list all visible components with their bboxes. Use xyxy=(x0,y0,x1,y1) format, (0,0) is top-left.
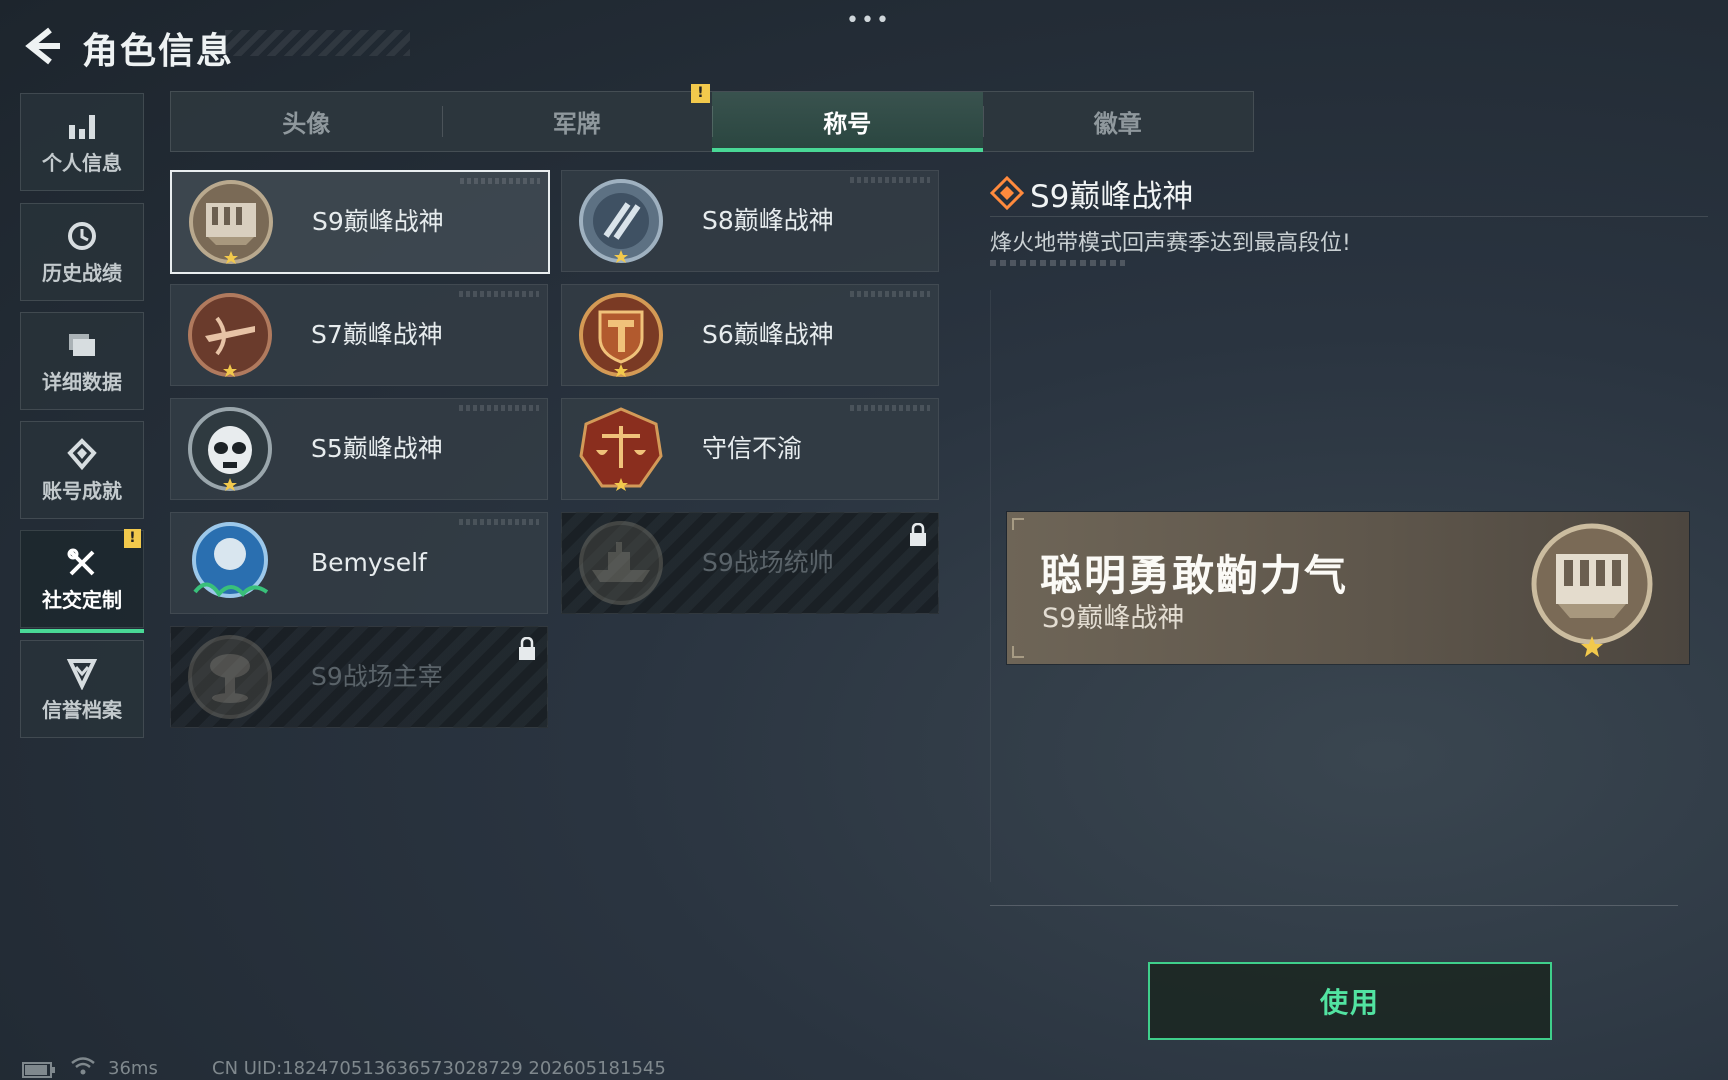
preview-corner xyxy=(1012,518,1024,530)
lock-icon xyxy=(910,523,926,546)
title-card-s8-peak[interactable]: S8巅峰战神 xyxy=(561,170,939,272)
sidebar-item-label: 社交定制 xyxy=(42,587,122,612)
preview-corner xyxy=(1012,646,1024,658)
slash-emblem-icon xyxy=(579,179,663,263)
title-card-s6-peak[interactable]: S6巅峰战神 xyxy=(561,284,939,386)
tab-title[interactable]: 称号 xyxy=(712,92,983,152)
fortress-emblem-icon xyxy=(189,180,273,264)
sidebar-item-label: 个人信息 xyxy=(42,150,122,175)
sidebar-item-label: 账号成就 xyxy=(42,478,122,503)
tab-badge[interactable]: 徽章 xyxy=(982,92,1254,151)
tab-dogtag[interactable]: 军牌 xyxy=(441,92,713,151)
tab-bar: 头像 军牌 称号 徽章 xyxy=(170,91,1254,152)
detail-divider xyxy=(990,216,1708,217)
sidebar-item-personal-info[interactable]: 个人信息 xyxy=(20,93,144,191)
bar-chart-icon xyxy=(69,114,95,139)
title-card-label: S9战场主宰 xyxy=(311,662,443,691)
title-card-label: S9巅峰战神 xyxy=(312,207,444,236)
ping-text: 36ms xyxy=(108,1058,158,1079)
detail-title: S9巅峰战神 xyxy=(1030,179,1194,215)
sidebar-item-detail-data[interactable]: 详细数据 xyxy=(20,312,144,410)
diamond-icon xyxy=(990,176,1024,210)
uid-text: CN UID:182470513636573028729 20260518154… xyxy=(212,1058,666,1079)
preview-title: S9巅峰战神 xyxy=(1042,603,1185,634)
title-card-label: 守信不渝 xyxy=(702,434,803,463)
battery-icon xyxy=(22,1062,55,1078)
more-options-icon[interactable]: ••• xyxy=(846,8,891,33)
title-card-s9-commander[interactable]: S9战场统帅 xyxy=(561,512,939,614)
card-decoration xyxy=(459,405,539,411)
sidebar-item-reputation[interactable]: 信誉档案 xyxy=(20,640,144,738)
mushroom-cloud-emblem-icon xyxy=(188,635,272,719)
detail-decoration xyxy=(990,260,1125,266)
title-card-label: S6巅峰战神 xyxy=(702,320,834,349)
title-card-keep-faith[interactable]: 守信不渝 xyxy=(561,398,939,500)
preview-player-name: 聪明勇敢齣力气 xyxy=(1040,551,1349,600)
shield-chevron-icon xyxy=(66,658,98,690)
sidebar-item-label: 历史战绩 xyxy=(42,260,122,285)
folder-icon xyxy=(69,333,95,356)
bottom-divider xyxy=(990,905,1678,906)
history-clock-icon xyxy=(68,221,96,250)
wifi-icon xyxy=(71,1057,95,1075)
use-button-label: 使用 xyxy=(1319,986,1380,1019)
title-card-label: S7巅峰战神 xyxy=(311,320,443,349)
card-decoration xyxy=(850,177,930,183)
sidebar-warning-badge: ! xyxy=(124,529,141,548)
card-decoration xyxy=(459,291,539,297)
back-arrow-icon[interactable] xyxy=(20,24,64,68)
title-card-s9-dominator[interactable]: S9战场主宰 xyxy=(170,626,548,728)
card-decoration xyxy=(850,291,930,297)
tab-avatar[interactable]: 头像 xyxy=(171,92,442,151)
sidebar-item-achievements[interactable]: 账号成就 xyxy=(20,421,144,519)
lock-icon xyxy=(519,637,535,660)
skull-mask-emblem-icon xyxy=(188,407,272,491)
fortress-emblem-icon xyxy=(1531,523,1653,657)
card-decoration xyxy=(459,519,539,525)
warship-emblem-icon xyxy=(579,521,663,605)
sidebar-item-label: 详细数据 xyxy=(42,369,122,394)
achievement-badge-icon xyxy=(67,437,97,470)
title-card-s9-peak[interactable]: S9巅峰战神 xyxy=(170,170,550,274)
title-decoration xyxy=(225,30,410,56)
card-decoration xyxy=(460,178,540,184)
scales-emblem-icon xyxy=(579,407,663,491)
title-card-label: Bemyself xyxy=(311,548,427,577)
title-card-s7-peak[interactable]: S7巅峰战神 xyxy=(170,284,548,386)
detail-description: 烽火地带模式回声赛季达到最高段位! xyxy=(990,231,1351,256)
tab-warning-badge: ! xyxy=(691,84,710,103)
sidebar-item-history[interactable]: 历史战绩 xyxy=(20,203,144,301)
title-card-s5-peak[interactable]: S5巅峰战神 xyxy=(170,398,548,500)
use-button[interactable]: 使用 xyxy=(1148,962,1552,1040)
tools-icon xyxy=(67,548,95,575)
sidebar-item-label: 信誉档案 xyxy=(42,697,122,722)
signature-emblem-icon xyxy=(192,522,269,598)
crossbow-emblem-icon xyxy=(188,293,272,377)
t-shield-emblem-icon xyxy=(579,293,663,377)
title-card-bemyself[interactable]: Bemyself xyxy=(170,512,548,614)
card-decoration xyxy=(850,405,930,411)
title-card-label: S9战场统帅 xyxy=(702,548,834,577)
title-card-label: S8巅峰战神 xyxy=(702,206,834,235)
page-title: 角色信息 xyxy=(82,31,235,72)
title-card-label: S5巅峰战神 xyxy=(311,434,443,463)
